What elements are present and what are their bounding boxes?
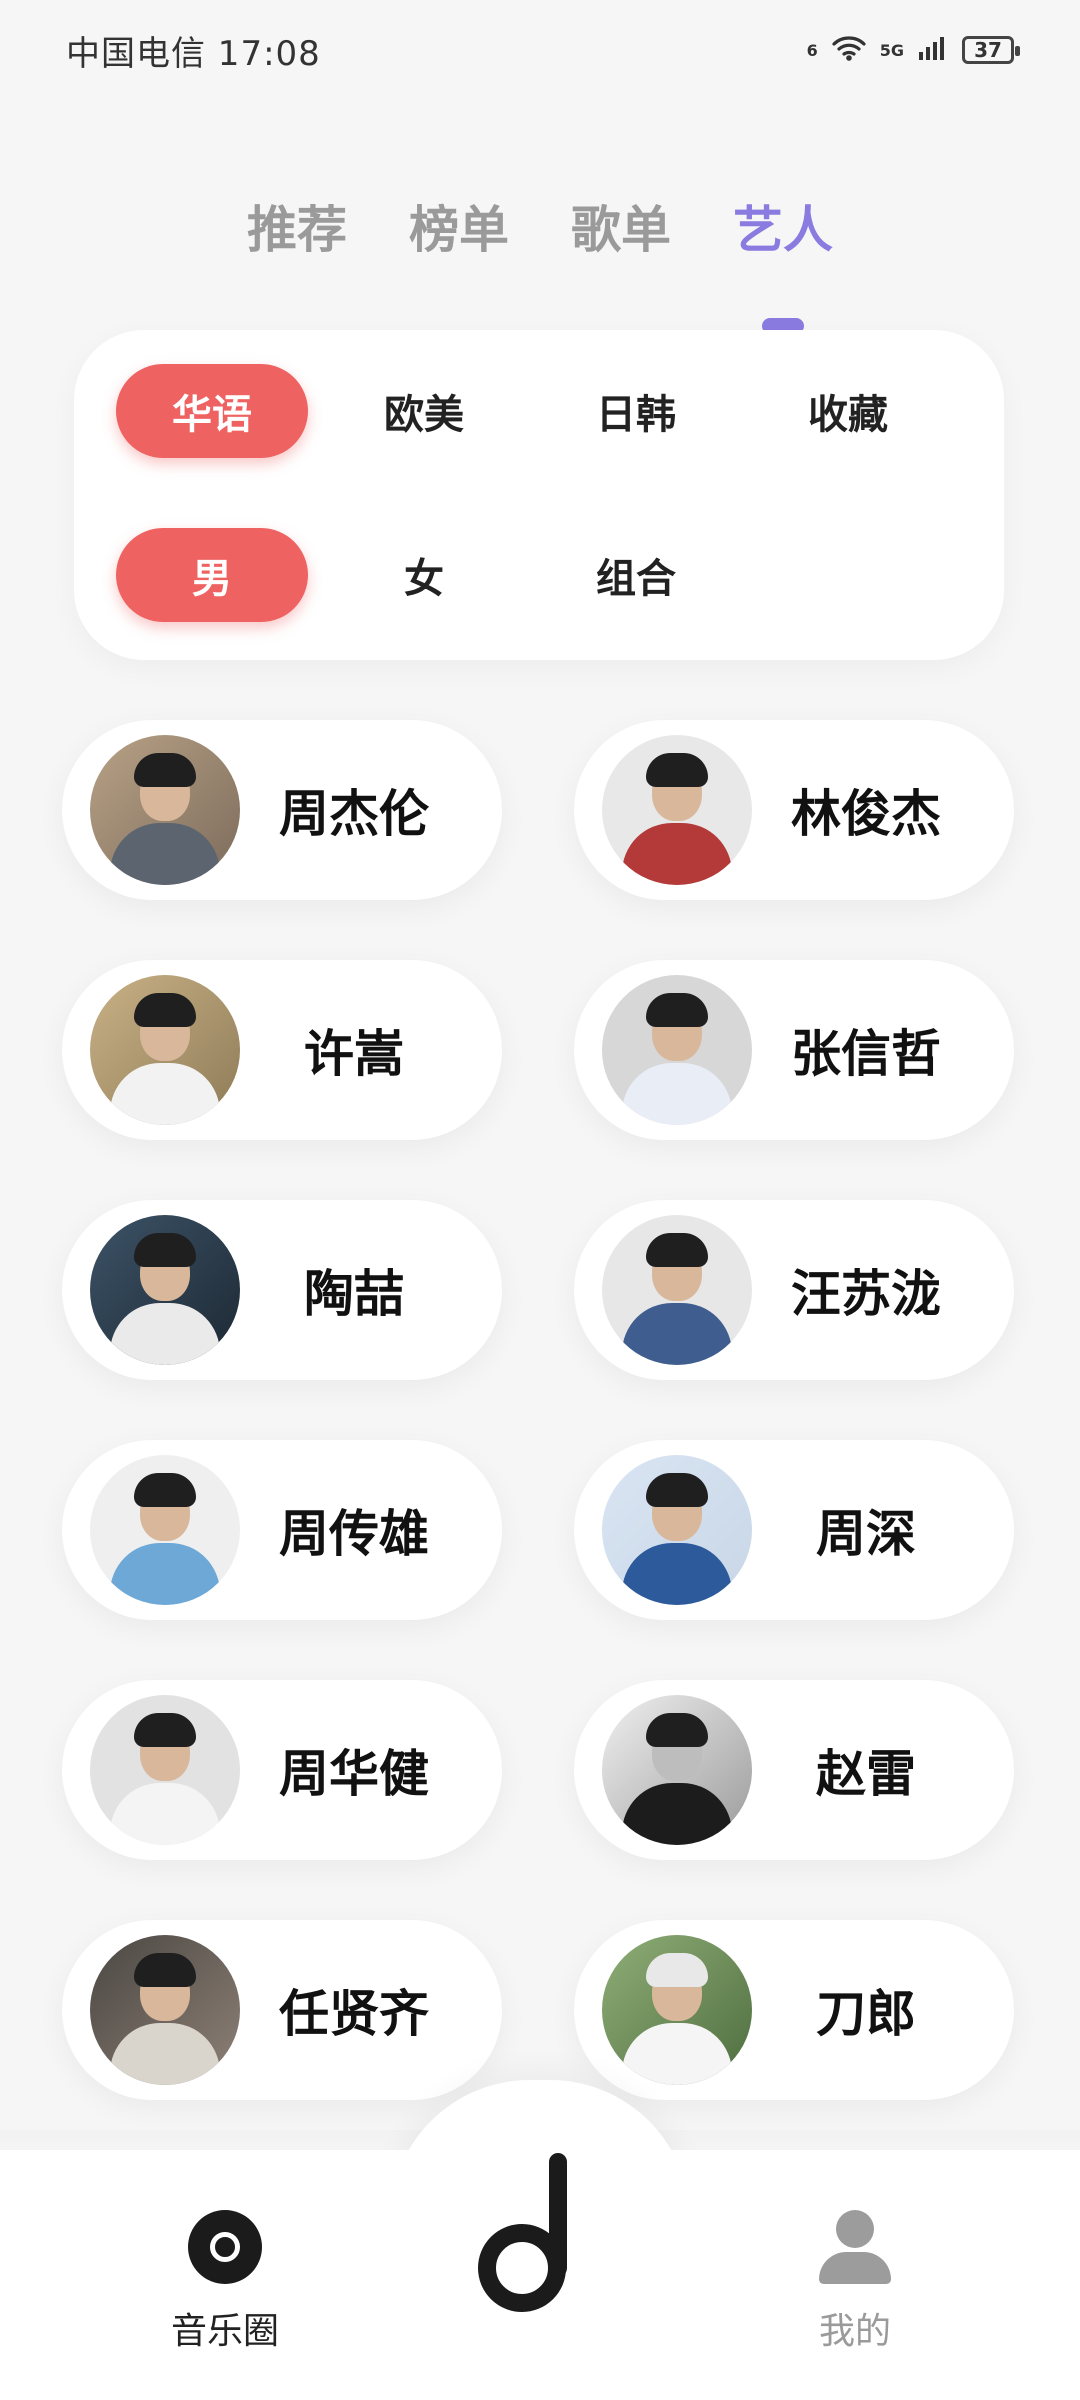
avatar bbox=[90, 1215, 240, 1365]
avatar bbox=[90, 1455, 240, 1605]
filter-gender-group[interactable]: 组合 bbox=[540, 528, 732, 622]
carrier-time: 中国电信 17:08 bbox=[66, 33, 321, 74]
artist-name: 周深 bbox=[816, 1505, 916, 1563]
avatar bbox=[90, 735, 240, 885]
filter-card: 华语 欧美 日韩 收藏 男 女 组合 bbox=[74, 330, 1004, 660]
signal-icon bbox=[918, 34, 948, 66]
artist-card[interactable]: 赵雷 bbox=[574, 1680, 1014, 1860]
filter-region-chinese[interactable]: 华语 bbox=[116, 364, 308, 458]
gender-filter-row: 男 女 组合 bbox=[116, 528, 976, 622]
region-filter-row: 华语 欧美 日韩 收藏 bbox=[116, 364, 976, 458]
artist-name: 周传雄 bbox=[279, 1505, 429, 1563]
artist-name: 许嵩 bbox=[304, 1025, 404, 1083]
center-music-logo-button[interactable] bbox=[470, 2150, 590, 2320]
artist-name: 周杰伦 bbox=[279, 785, 429, 843]
avatar bbox=[90, 975, 240, 1125]
artist-card[interactable]: 许嵩 bbox=[62, 960, 502, 1140]
wifi-icon bbox=[832, 34, 866, 66]
music-circle-icon bbox=[188, 2210, 262, 2284]
avatar bbox=[602, 1935, 752, 2085]
avatar bbox=[602, 1215, 752, 1365]
nav-music-circle-label: 音乐圈 bbox=[170, 2311, 279, 2352]
avatar bbox=[602, 1455, 752, 1605]
music-note-logo-icon bbox=[478, 2153, 567, 2312]
artist-name: 任贤齐 bbox=[279, 1985, 429, 2043]
avatar bbox=[90, 1695, 240, 1845]
artist-name: 周华健 bbox=[279, 1745, 429, 1803]
battery-level: 37 bbox=[974, 38, 1002, 62]
artist-name: 刀郎 bbox=[816, 1985, 916, 2043]
status-icons: 6 5G 37 bbox=[806, 34, 1020, 66]
artist-card[interactable]: 周华健 bbox=[62, 1680, 502, 1860]
artist-card[interactable]: 任贤齐 bbox=[62, 1920, 502, 2100]
artist-name: 陶喆 bbox=[304, 1265, 404, 1323]
tab-artists-label: 艺人 bbox=[733, 201, 833, 259]
artist-card[interactable]: 汪苏泷 bbox=[574, 1200, 1014, 1380]
artist-name: 赵雷 bbox=[816, 1745, 916, 1803]
top-tabs: 推荐 榜单 歌单 艺人 bbox=[0, 190, 1080, 334]
signal-label-2: 5G bbox=[879, 40, 904, 60]
signal-label-1: 6 bbox=[806, 40, 818, 60]
tab-charts[interactable]: 榜单 bbox=[409, 190, 509, 262]
tab-recommend[interactable]: 推荐 bbox=[247, 190, 347, 262]
filter-gender-male[interactable]: 男 bbox=[116, 528, 308, 622]
avatar bbox=[602, 735, 752, 885]
tab-artists[interactable]: 艺人 bbox=[733, 190, 833, 334]
artist-name: 林俊杰 bbox=[791, 785, 941, 843]
artist-card[interactable]: 周深 bbox=[574, 1440, 1014, 1620]
artist-card[interactable]: 林俊杰 bbox=[574, 720, 1014, 900]
artist-name: 张信哲 bbox=[791, 1025, 941, 1083]
tab-playlists[interactable]: 歌单 bbox=[571, 190, 671, 262]
nav-my[interactable]: 我的 bbox=[770, 2210, 940, 2360]
nav-music-circle[interactable]: 音乐圈 bbox=[140, 2210, 310, 2360]
artist-card[interactable]: 周杰伦 bbox=[62, 720, 502, 900]
artist-card[interactable]: 周传雄 bbox=[62, 1440, 502, 1620]
battery-icon: 37 bbox=[962, 36, 1020, 64]
filter-region-western[interactable]: 欧美 bbox=[328, 364, 520, 458]
filter-region-jpkr[interactable]: 日韩 bbox=[540, 364, 732, 458]
artist-card[interactable]: 刀郎 bbox=[574, 1920, 1014, 2100]
artist-card[interactable]: 张信哲 bbox=[574, 960, 1014, 1140]
filter-region-favorites[interactable]: 收藏 bbox=[752, 364, 944, 458]
avatar bbox=[90, 1935, 240, 2085]
artist-name: 汪苏泷 bbox=[791, 1265, 941, 1323]
filter-gender-female[interactable]: 女 bbox=[328, 528, 520, 622]
artist-card[interactable]: 陶喆 bbox=[62, 1200, 502, 1380]
avatar bbox=[602, 975, 752, 1125]
profile-icon bbox=[819, 2210, 891, 2284]
status-bar: 中国电信 17:08 6 5G 37 bbox=[0, 0, 1080, 100]
nav-my-label: 我的 bbox=[818, 2311, 891, 2352]
avatar bbox=[602, 1695, 752, 1845]
